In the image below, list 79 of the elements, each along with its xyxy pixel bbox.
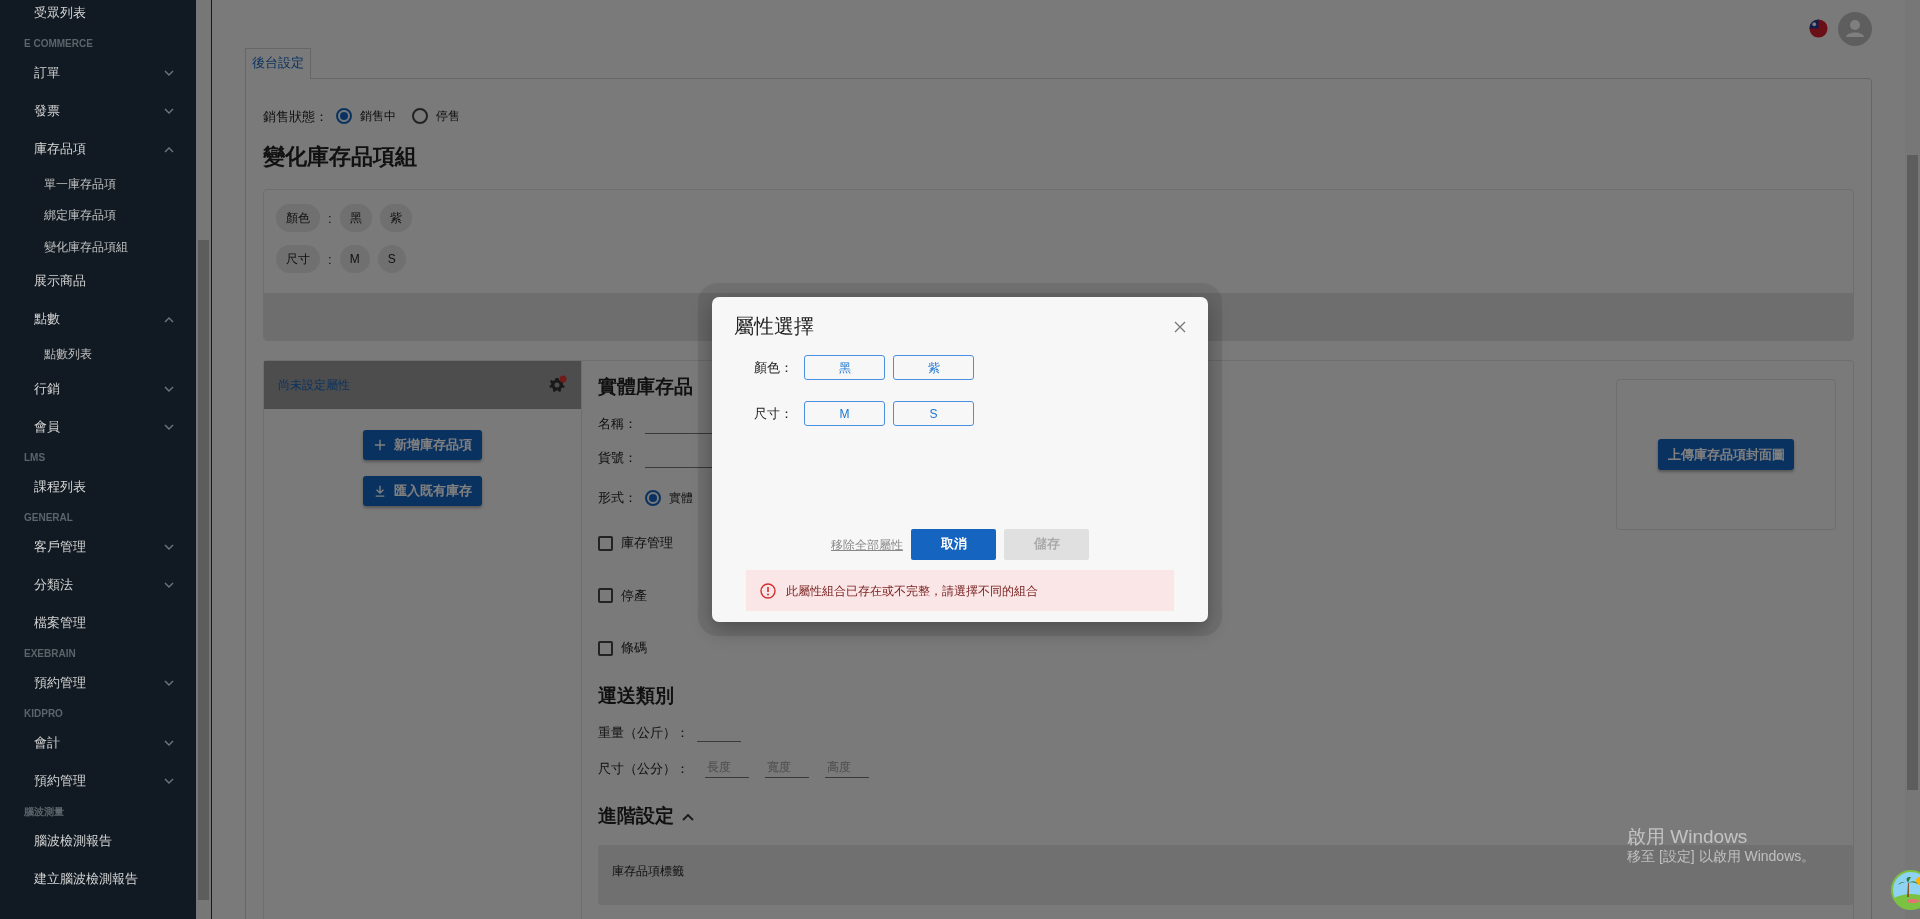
option-button[interactable]: 黑 [804, 355, 885, 380]
checkbox[interactable] [598, 535, 613, 551]
island-icon [1891, 870, 1920, 910]
sidebar-item[interactable]: 訂單 [34, 63, 60, 83]
panel-label: 庫存品項標籤 [612, 863, 684, 878]
separator: : [328, 209, 332, 228]
field-label: 重量（公斤）： [598, 723, 689, 742]
section-heading: 運送類別 [598, 683, 675, 708]
radio-label: 銷售中 [360, 108, 396, 126]
scrollbar[interactable] [196, 0, 212, 919]
attribute-value: 黑 [339, 204, 372, 233]
sidebar-subitem[interactable]: 點數列表 [44, 345, 92, 364]
attribute-value: 紫 [379, 204, 412, 233]
radio-label: 實體 [669, 489, 693, 507]
sidebar-item[interactable]: 預約管理 [34, 673, 86, 693]
sidebar-section-label: GENERAL [23, 510, 74, 525]
sidebar-item[interactable]: 行銷 [34, 379, 60, 399]
dialog-title: 屬性選擇 [734, 314, 814, 339]
section-heading: 實體庫存品 [598, 376, 693, 398]
sidebar-item[interactable]: 建立腦波檢測報告 [34, 869, 138, 889]
sidebar-item[interactable]: 預約管理 [34, 771, 86, 791]
sidebar-item[interactable]: 腦波檢測報告 [34, 831, 112, 851]
sidebar-subitem[interactable]: 變化庫存品項組 [44, 237, 128, 256]
avatar-icon [1838, 11, 1872, 46]
sidebar-section-label: LMS [23, 450, 47, 465]
list-header-text: 尚未設定屬性 [278, 377, 350, 395]
radio-button[interactable] [645, 489, 661, 506]
sidebar-item[interactable]: 點數 [34, 310, 60, 329]
alert-message: 此屬性組合已存在或不完整，請選擇不同的組合 [786, 582, 1038, 600]
cancel-button[interactable]: 取消 [911, 529, 996, 560]
attribute-name: 顏色 [276, 204, 320, 233]
sidebar-item[interactable]: 客戶管理 [34, 537, 86, 557]
field-label: 尺寸： [754, 404, 794, 423]
checkbox[interactable] [598, 588, 613, 604]
option-button[interactable]: S [893, 401, 974, 426]
separator: : [328, 250, 332, 269]
field-label: 貨號： [598, 449, 637, 468]
error-icon [760, 582, 776, 599]
sidebar-item[interactable]: 展示商品 [34, 272, 86, 291]
remove-all-link[interactable]: 移除全部屬性 [831, 535, 903, 554]
radio-label: 停售 [436, 108, 460, 126]
attribute-name: 尺寸 [276, 245, 320, 274]
option-button[interactable]: M [804, 401, 885, 426]
checkbox-label: 停產 [621, 586, 647, 605]
checkbox[interactable] [598, 640, 613, 656]
sidebar-section-label: 腦波測量 [23, 804, 65, 819]
flag-icon [1809, 19, 1828, 38]
sidebar-section-label: EXEBRAIN [23, 646, 77, 661]
field-label: 尺寸（公分）： [598, 759, 689, 778]
sidebar-item[interactable]: 庫存品項 [34, 139, 86, 159]
sidebar-item[interactable]: 會員 [34, 417, 60, 437]
section-heading: 變化庫存品項組 [263, 144, 418, 171]
sidebar-subitem[interactable]: 綁定庫存品項 [44, 206, 116, 225]
close-icon [1174, 320, 1186, 333]
section-heading: 進階設定 [598, 804, 674, 829]
sidebar-section-label: E COMMERCE [23, 36, 94, 51]
field-label: 形式： [598, 488, 637, 507]
sidebar-item[interactable]: 發票 [34, 101, 60, 121]
sidebar-item[interactable]: 檔案管理 [34, 613, 86, 633]
activation-title: 啟用 Windows [1627, 826, 1749, 848]
sidebar-item[interactable]: 課程列表 [34, 477, 86, 497]
field-label: 顏色： [754, 358, 794, 377]
download-icon [373, 485, 386, 498]
checkbox-label: 庫存管理 [621, 534, 673, 553]
sidebar-section-label: KIDPRO [23, 706, 64, 721]
sidebar-item[interactable]: 分類法 [34, 575, 73, 595]
plus-icon [373, 439, 386, 452]
sidebar-item[interactable]: 會計 [34, 733, 60, 753]
radio-button[interactable] [336, 108, 352, 125]
sidebar-subitem[interactable]: 單一庫存品項 [44, 174, 116, 193]
checkbox-label: 條碼 [621, 639, 647, 658]
attribute-value: M [339, 245, 370, 274]
option-button[interactable]: 紫 [893, 355, 974, 380]
attribute-value: S [377, 245, 406, 274]
radio-button[interactable] [412, 108, 428, 125]
sidebar-item[interactable]: 受眾列表 [34, 3, 86, 23]
activation-hint: 移至 [設定] 以啟用 Windows。 [1627, 847, 1816, 864]
field-label: 銷售狀態： [263, 107, 328, 126]
field-label: 名稱： [598, 415, 637, 434]
